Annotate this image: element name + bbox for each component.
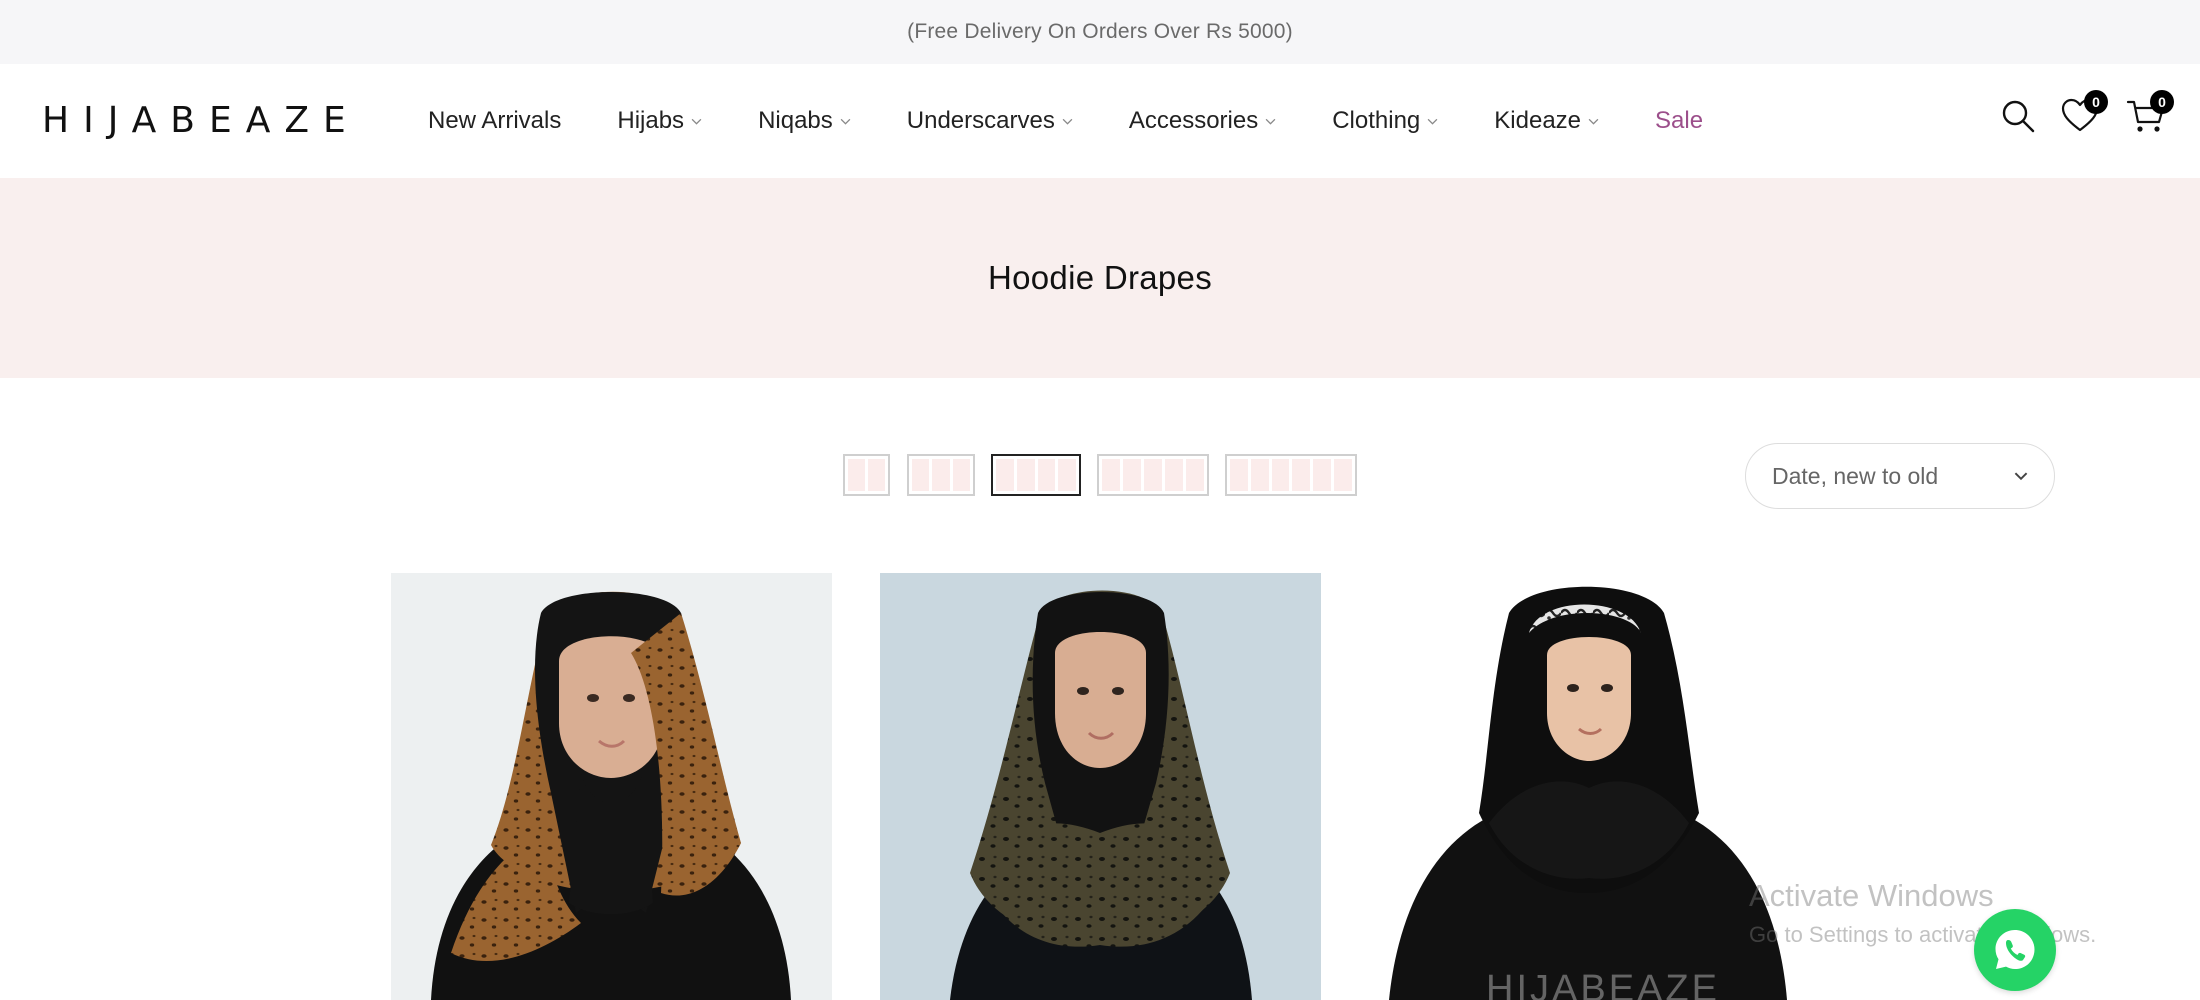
grid-2-columns-button[interactable] (843, 454, 890, 496)
chevron-down-icon (1427, 118, 1438, 125)
announcement-text: (Free Delivery On Orders Over Rs 5000) (907, 20, 1293, 43)
wishlist-button[interactable]: 0 (2060, 90, 2108, 142)
grid-3-columns-button[interactable] (907, 454, 975, 496)
chevron-down-icon (840, 118, 851, 125)
grid-6-columns-button[interactable] (1225, 454, 1357, 496)
product-card[interactable] (391, 573, 832, 1000)
sort-selected-label: Date, new to old (1772, 462, 1939, 489)
collection-banner: Hoodie Drapes (0, 178, 2200, 378)
grid-column-icon (1058, 459, 1076, 491)
product-card[interactable] (880, 573, 1321, 1000)
grid-column-icon (1186, 459, 1204, 491)
grid-column-icon (868, 459, 885, 491)
grid-column-icon (912, 459, 930, 491)
announcement-bar: (Free Delivery On Orders Over Rs 5000) (0, 0, 2200, 64)
grid-column-icon (1102, 459, 1120, 491)
product-image-olive-leopard-hoodie-drape (880, 573, 1321, 1000)
nav-kideaze[interactable]: Kideaze (1494, 107, 1599, 135)
product-image-brown-leopard-hoodie-drape (391, 573, 832, 1000)
grid-column-icon (952, 459, 970, 491)
grid-column-icon (932, 459, 950, 491)
nav-clothing[interactable]: Clothing (1332, 107, 1438, 135)
grid-column-icon (1292, 459, 1311, 491)
search-button[interactable] (1998, 96, 2044, 142)
nav-accessories[interactable]: Accessories (1129, 107, 1276, 135)
grid-column-icon (1230, 459, 1248, 491)
site-header: HIJABEAZE New Arrivals Hijabs Niqabs Und… (0, 64, 2200, 178)
chevron-down-icon (691, 118, 702, 125)
grid-column-icon (1334, 459, 1352, 491)
chevron-down-icon (1062, 118, 1073, 125)
grid-column-icon (1144, 459, 1162, 491)
nav-sale[interactable]: Sale (1655, 107, 1703, 135)
grid-column-icon (1165, 459, 1183, 491)
search-icon (2002, 100, 2035, 133)
grid-column-icon (1313, 459, 1332, 491)
whatsapp-icon (1995, 930, 2035, 969)
wishlist-count-badge: 0 (2084, 90, 2108, 114)
nav-underscarves[interactable]: Underscarves (907, 107, 1073, 135)
chevron-down-icon (1588, 118, 1599, 125)
nav-hijabs[interactable]: Hijabs (617, 107, 702, 135)
grid-column-icon (1037, 459, 1056, 491)
grid-column-icon (1123, 459, 1141, 491)
page-title: Hoodie Drapes (987, 259, 1213, 296)
chevron-down-icon (2014, 472, 2028, 481)
site-logo[interactable]: HIJABEAZE (42, 100, 360, 141)
grid-column-icon (996, 459, 1014, 491)
chevron-down-icon (1265, 118, 1276, 125)
activate-windows-title: Activate Windows (1749, 878, 1994, 913)
grid-4-columns-button[interactable] (991, 454, 1081, 496)
product-image-watermark: HIJABEAZE (1486, 968, 1720, 1000)
grid-5-columns-button[interactable] (1097, 454, 1209, 496)
whatsapp-chat-button[interactable] (1974, 909, 2056, 991)
grid-column-icon (1271, 459, 1290, 491)
grid-column-icon (1016, 459, 1035, 491)
main-nav: New Arrivals Hijabs Niqabs Underscarves … (428, 64, 1759, 178)
product-card[interactable]: HIJABEAZE (1369, 573, 1810, 1000)
cart-button[interactable]: 0 (2126, 90, 2174, 142)
product-image-black-hoodie-drape (1369, 573, 1810, 1000)
cart-count-badge: 0 (2150, 90, 2174, 114)
sort-select[interactable]: Date, new to old (1745, 443, 2055, 509)
grid-column-icon (1250, 459, 1269, 491)
nav-new-arrivals[interactable]: New Arrivals (428, 107, 561, 135)
grid-column-icon (848, 459, 865, 491)
nav-niqabs[interactable]: Niqabs (758, 107, 851, 135)
